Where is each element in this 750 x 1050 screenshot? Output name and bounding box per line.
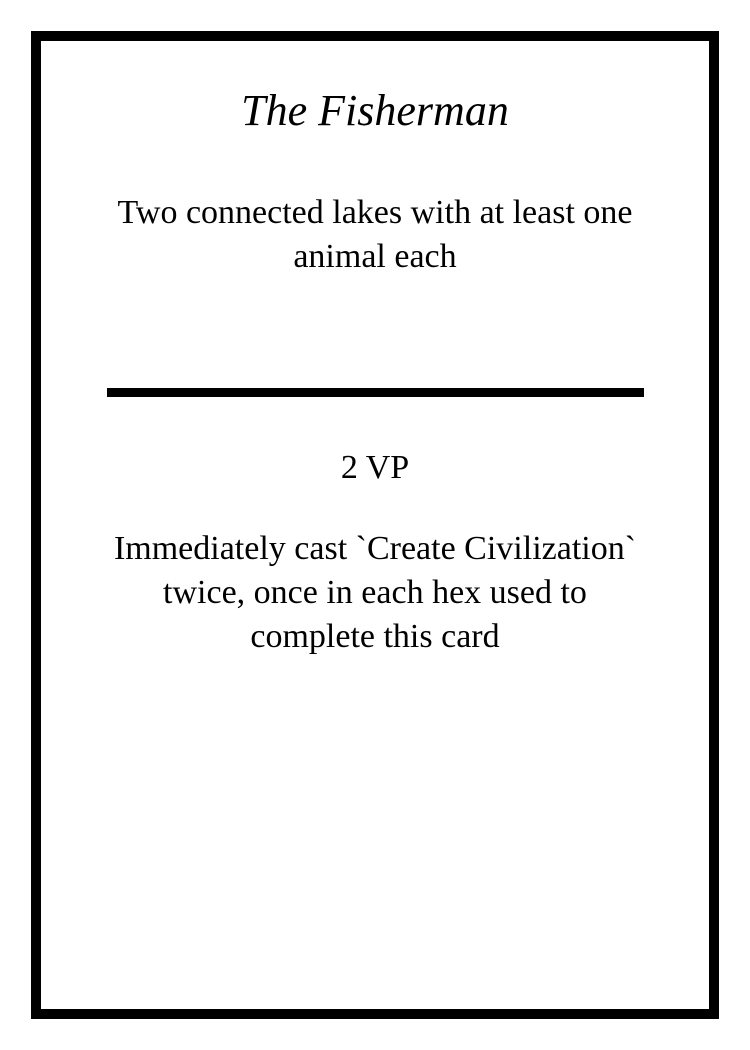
card: The Fisherman Two connected lakes with a… xyxy=(31,31,719,1019)
victory-points: 2 VP xyxy=(340,449,410,486)
divider xyxy=(107,388,644,397)
card-title: The Fisherman xyxy=(241,86,509,135)
card-effect: Immediately cast `Create Civilization` t… xyxy=(113,530,637,655)
card-requirement: Two connected lakes with at least one an… xyxy=(117,194,633,275)
